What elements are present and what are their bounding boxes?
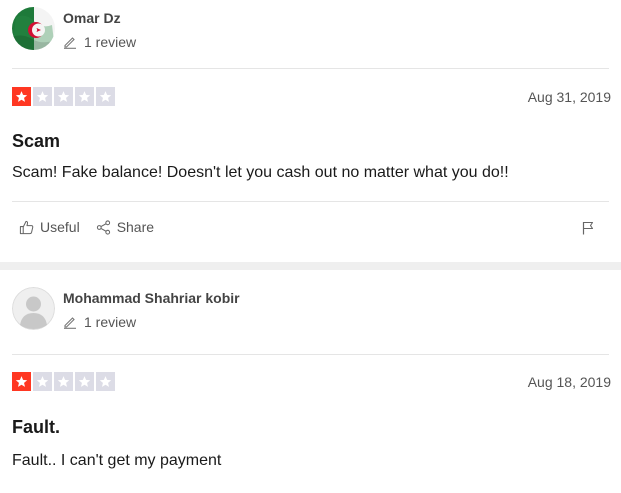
divider	[12, 68, 609, 69]
star-icon	[33, 87, 52, 106]
star-icon	[33, 372, 52, 391]
star-icon	[12, 87, 31, 106]
review-card: Mohammad Shahriar kobir 1 review Aug 18,…	[0, 270, 621, 493]
star-icon	[96, 87, 115, 106]
user-avatar[interactable]	[12, 287, 55, 330]
default-user-avatar-icon	[12, 287, 55, 330]
review-header: Mohammad Shahriar kobir 1 review	[12, 287, 240, 331]
star-icon	[75, 372, 94, 391]
review-title[interactable]: Scam	[12, 130, 60, 152]
useful-button[interactable]: Useful	[19, 219, 80, 235]
algeria-flag-avatar-icon	[12, 7, 55, 50]
pencil-icon	[64, 317, 76, 329]
user-name[interactable]: Omar Dz	[63, 9, 136, 27]
review-date: Aug 31, 2019	[527, 89, 611, 105]
review-count-label: 1 review	[84, 314, 137, 330]
star-icon	[54, 372, 73, 391]
star-rating	[12, 372, 115, 391]
review-date: Aug 18, 2019	[527, 374, 611, 390]
useful-label: Useful	[40, 219, 80, 235]
section-divider	[0, 262, 621, 270]
review-count: 1 review	[63, 313, 240, 331]
pencil-icon	[64, 37, 76, 49]
review-actions: Useful Share	[19, 219, 170, 235]
star-icon	[96, 372, 115, 391]
thumbs-up-icon	[19, 220, 34, 234]
review-body: Scam! Fake balance! Doesn't let you cash…	[12, 164, 509, 181]
review-card: Omar Dz 1 review Aug 31, 2019 Scam Scam!…	[0, 0, 621, 262]
divider	[12, 354, 609, 355]
star-rating	[12, 87, 115, 106]
flag-button[interactable]	[582, 221, 594, 240]
review-count: 1 review	[63, 33, 136, 51]
review-title[interactable]: Fault.	[12, 416, 60, 438]
review-body: Fault.. I can't get my payment	[12, 452, 222, 469]
star-icon	[75, 87, 94, 106]
user-name[interactable]: Mohammad Shahriar kobir	[63, 289, 240, 307]
user-avatar[interactable]	[12, 7, 55, 50]
star-icon	[12, 372, 31, 391]
review-count-label: 1 review	[84, 34, 137, 50]
divider	[12, 201, 609, 202]
share-button[interactable]: Share	[96, 219, 154, 235]
review-header: Omar Dz 1 review	[12, 7, 136, 51]
star-icon	[54, 87, 73, 106]
share-label: Share	[116, 219, 155, 235]
flag-icon	[582, 221, 594, 235]
share-icon	[96, 219, 110, 235]
